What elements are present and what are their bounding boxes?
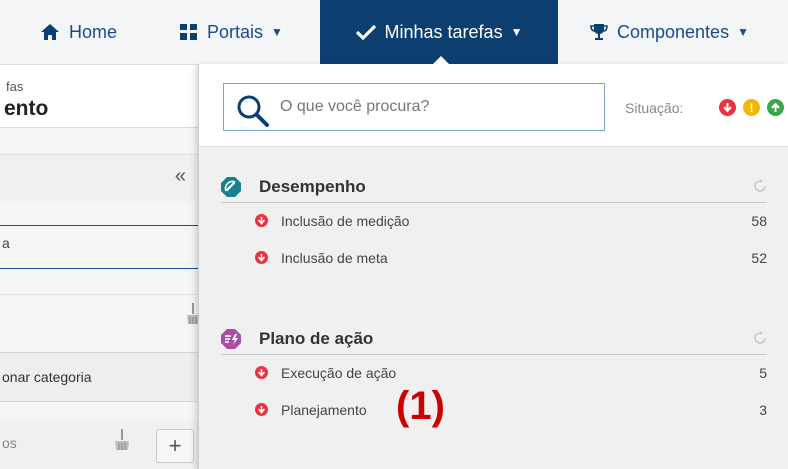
nav-portais[interactable]: Portais ▼: [180, 0, 283, 64]
dropdown-pointer: [433, 56, 449, 64]
section-header[interactable]: Plano de ação: [221, 328, 767, 355]
collapse-panel-icon[interactable]: «: [175, 165, 186, 188]
action-plan-icon: [221, 329, 241, 349]
task-label[interactable]: Inclusão de meta: [281, 250, 388, 266]
broom-clear-icon[interactable]: [114, 429, 130, 451]
late-status-icon: [255, 251, 268, 264]
search-input[interactable]: [280, 94, 580, 120]
status-late-filter-icon[interactable]: [719, 99, 736, 116]
select-category-button[interactable]: onar categoria: [0, 352, 200, 402]
footer-label: os: [2, 435, 17, 451]
breadcrumb[interactable]: fas: [6, 79, 23, 94]
task-count: 52: [751, 250, 767, 266]
section-title: Desempenho: [259, 177, 366, 196]
task-row[interactable]: Planejamento 3: [221, 392, 767, 429]
refresh-icon[interactable]: [753, 179, 767, 193]
annotation-marker: (1): [396, 384, 445, 428]
home-icon: [40, 23, 60, 41]
left-panel-header: fas ento: [0, 65, 200, 128]
search-icon: [236, 94, 270, 133]
section-plano-de-acao: Plano de ação Execução de ação 5 Planeja…: [221, 328, 767, 429]
nav-componentes[interactable]: Componentes ▼: [590, 0, 749, 64]
chevron-down-icon: ▼: [271, 25, 283, 39]
left-panel-footer: os +: [0, 421, 200, 469]
chevron-down-icon: ▼: [737, 25, 749, 39]
task-count: 5: [759, 365, 767, 381]
filter-field-2-underline: [0, 268, 200, 269]
tasks-dropdown: Situação: ! Desempenho Inclusão de mediç…: [198, 64, 788, 469]
task-row[interactable]: Inclusão de meta 52: [221, 240, 767, 277]
checkmark-icon: [355, 24, 376, 40]
status-warning-filter-icon[interactable]: !: [743, 99, 760, 116]
add-button[interactable]: +: [156, 429, 194, 463]
nav-componentes-label: Componentes: [617, 21, 730, 42]
left-panel: fas ento « a onar categoria os +: [0, 65, 200, 469]
task-label[interactable]: Execução de ação: [281, 365, 396, 381]
late-status-icon: [255, 403, 268, 416]
refresh-icon[interactable]: [753, 331, 767, 345]
section-desempenho: Desempenho Inclusão de medição 58 Inclus…: [221, 176, 767, 277]
top-navigation: Home Portais ▼ Minhas tarefas ▼ Componen…: [0, 0, 788, 65]
late-status-icon: [255, 214, 268, 227]
nav-minhas-tarefas-label: Minhas tarefas: [384, 21, 503, 42]
divider: [0, 294, 200, 295]
section-header[interactable]: Desempenho: [221, 176, 767, 203]
task-label[interactable]: Planejamento: [281, 402, 367, 418]
late-status-icon: [255, 366, 268, 379]
filter-field-1[interactable]: [0, 225, 200, 226]
collapse-row: «: [0, 154, 200, 201]
chevron-down-icon: ▼: [510, 25, 523, 39]
task-count: 3: [759, 402, 767, 418]
filter-field-2-value[interactable]: a: [0, 229, 10, 251]
search-box[interactable]: [223, 83, 605, 131]
nav-portais-label: Portais: [207, 21, 264, 42]
section-title: Plano de ação: [259, 329, 374, 348]
portals-grid-icon: [180, 23, 198, 41]
nav-home-label: Home: [69, 21, 118, 42]
task-row[interactable]: Inclusão de medição 58: [221, 203, 767, 240]
nav-minhas-tarefas[interactable]: Minhas tarefas ▼: [320, 0, 558, 64]
task-row[interactable]: Execução de ação 5: [221, 355, 767, 392]
task-label[interactable]: Inclusão de medição: [281, 213, 409, 229]
status-filter-label: Situação:: [625, 100, 684, 116]
select-category-label: onar categoria: [2, 369, 92, 385]
performance-gauge-icon: [221, 177, 241, 197]
trophy-icon: [590, 23, 608, 41]
dropdown-search-bar: Situação: !: [199, 64, 788, 147]
status-ok-filter-icon[interactable]: [767, 99, 784, 116]
task-count: 58: [751, 213, 767, 229]
page-title: ento: [4, 97, 49, 120]
nav-home[interactable]: Home: [40, 0, 117, 64]
